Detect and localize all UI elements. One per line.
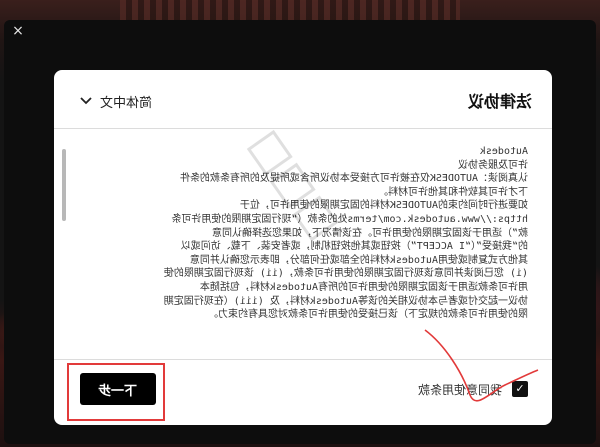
agree-terms-checkbox[interactable]: ✓ (512, 381, 528, 397)
dialog-title: 法律协议 (467, 92, 532, 111)
dialog-header: 简体中文 法律协议 (54, 70, 552, 128)
chevron-down-icon (80, 94, 92, 108)
language-label: 简体中文 (100, 95, 153, 111)
agreement-text-container: Autodesk 许可及服务协议 认真阅读：AUTODESK仅在被许可方接受本协… (80, 145, 528, 322)
legal-agreement-dialog: 简体中文 法律协议 Autodesk 许可及服务协议 认真阅读：AUTODESK… (54, 70, 552, 425)
agreement-text: Autodesk 许可及服务协议 认真阅读：AUTODESK仅在被许可方接受本协… (163, 146, 528, 321)
dialog-footer: 下一步 我同意使用条款 ✓ (54, 359, 552, 425)
next-button-label: 下一步 (98, 383, 138, 399)
close-icon[interactable]: × (10, 23, 26, 39)
title-bar: × (4, 20, 596, 42)
installer-window: × 简体中文 法律协议 Autodesk 许可及服务协议 认真阅读：AUTODE… (4, 20, 596, 444)
agree-terms-row[interactable]: 我同意使用条款 ✓ (418, 379, 528, 399)
agree-terms-label: 我同意使用条款 (417, 382, 502, 397)
next-button[interactable]: 下一步 (80, 373, 156, 405)
language-dropdown[interactable]: 简体中文 (80, 90, 152, 112)
scrollbar-thumb[interactable] (62, 149, 66, 221)
agreement-content[interactable]: Autodesk 许可及服务协议 认真阅读：AUTODESK仅在被许可方接受本协… (54, 128, 552, 360)
